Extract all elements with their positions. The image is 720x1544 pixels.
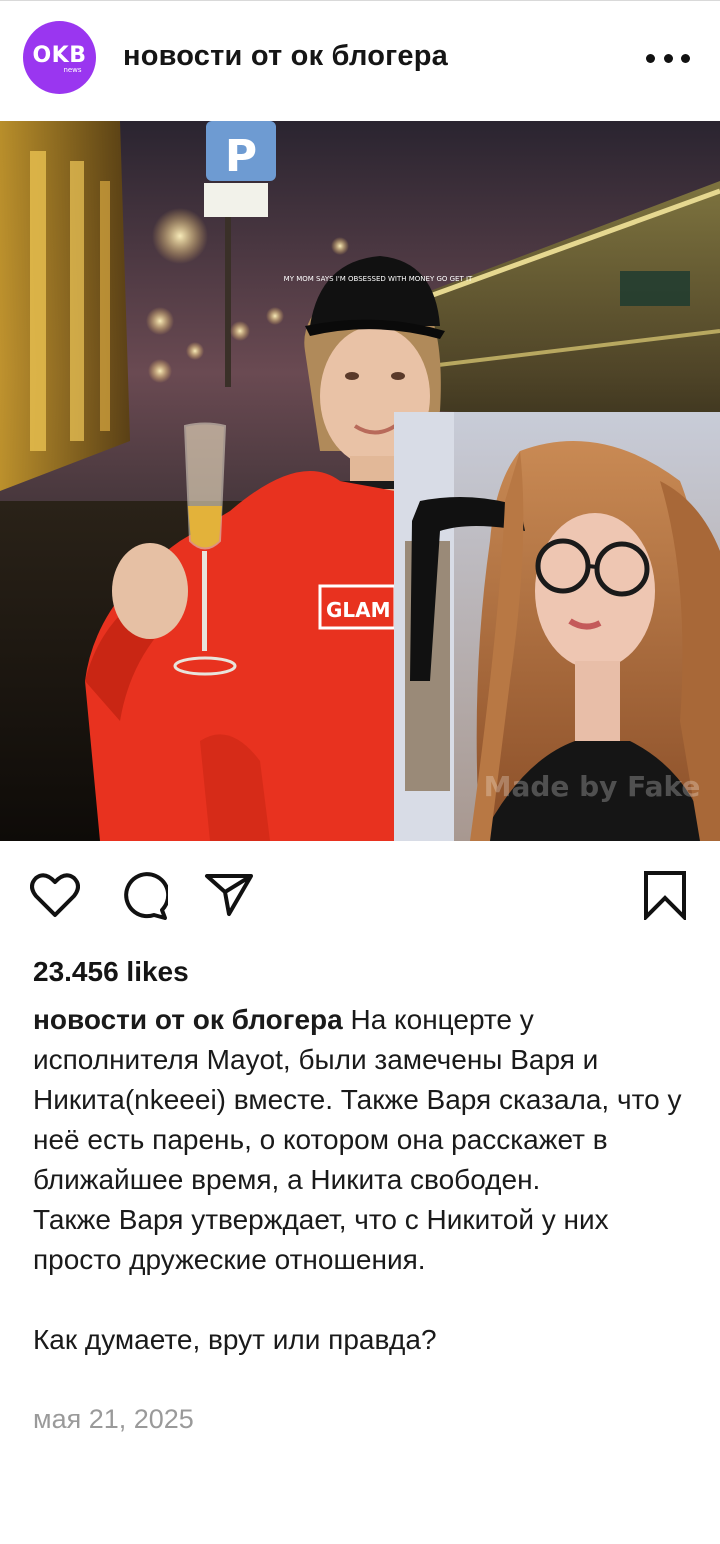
post-caption: новости от ок блогера На концерте у испо… [33, 1000, 693, 1360]
cap-text: MY MOM SAYS I'M OBSESSED WITH MONEY GO G… [284, 275, 473, 283]
hoodie-text: GLAM [326, 598, 391, 622]
post-image[interactable]: P MY MOM SAYS I'M OBSESSED WITH MONEY GO… [0, 121, 720, 841]
bookmark-icon[interactable] [642, 870, 688, 920]
avatar-subtext: news [63, 66, 82, 74]
account-name[interactable]: новости от ок блогера [123, 40, 448, 73]
post-header: OKB news новости от ок блогера [0, 0, 720, 120]
post-date: мая 21, 2025 [33, 1404, 194, 1434]
caption-text: На концерте у исполнителя Mayot, были за… [33, 1004, 682, 1355]
parking-sign-text: P [225, 131, 257, 182]
caption-author[interactable]: новости от ок блогера [33, 1004, 343, 1035]
avatar-text: OKB [32, 43, 87, 68]
more-dots-icon[interactable] [646, 48, 690, 68]
likes-count[interactable]: 23.456 likes [33, 956, 189, 988]
avatar[interactable]: OKB news [23, 21, 96, 94]
heart-icon[interactable] [30, 872, 80, 918]
send-icon[interactable] [204, 872, 254, 918]
comment-icon[interactable] [118, 872, 168, 920]
watermark-text: Made by Fake [484, 770, 701, 803]
